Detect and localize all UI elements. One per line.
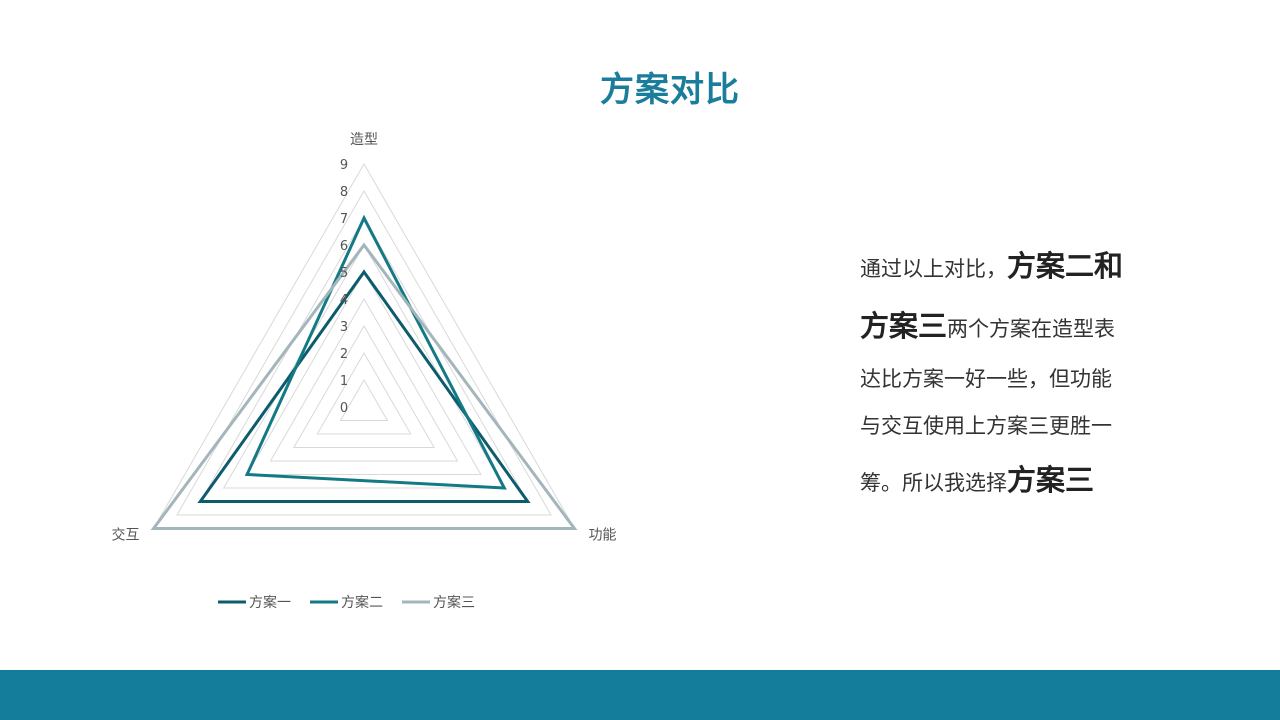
tick-label: 7 bbox=[340, 212, 348, 227]
conclusion-emphasis: 方案三 bbox=[860, 309, 948, 343]
legend-label: 方案三 bbox=[433, 594, 475, 611]
conclusion-line-5: 筹。所以我选择方案三 bbox=[860, 450, 1190, 510]
tick-label: 4 bbox=[340, 293, 348, 308]
grid-ring bbox=[222, 243, 506, 489]
tick-label: 5 bbox=[340, 266, 348, 281]
conclusion-emphasis: 方案三 bbox=[1007, 463, 1095, 497]
conclusion-text: 通过以上对比，方案二和 方案三两个方案在造型表 达比方案一好一些，但功能 与交互… bbox=[860, 236, 1190, 510]
axis-label: 交互 bbox=[112, 527, 140, 544]
tick-label: 0 bbox=[340, 401, 348, 416]
legend-label: 方案二 bbox=[341, 594, 383, 611]
legend-label: 方案一 bbox=[249, 594, 291, 611]
grid-ring bbox=[199, 216, 529, 502]
grid-ring bbox=[292, 325, 436, 448]
conclusion-emphasis: 方案二和 bbox=[1007, 249, 1124, 283]
conclusion-text-segment: 筹。所以我选择 bbox=[860, 471, 1007, 495]
conclusion-line-2: 方案三两个方案在造型表 bbox=[860, 296, 1190, 356]
grid-ring bbox=[316, 352, 412, 435]
tick-label: 9 bbox=[340, 158, 348, 173]
conclusion-line-3: 达比方案一好一些，但功能 bbox=[860, 367, 1112, 391]
series-line-3 bbox=[150, 242, 578, 530]
chart-series bbox=[150, 214, 578, 530]
tick-label: 1 bbox=[340, 374, 348, 389]
tick-label: 8 bbox=[340, 185, 348, 200]
axis-label: 造型 bbox=[350, 132, 378, 148]
slide: 方案对比 0123456789 造型 功能 交互 方案一 方案二 方案三 通过以上对比，… bbox=[0, 0, 1280, 720]
chart-tick-labels: 0 1 2 3 4 5 6 7 8 9 bbox=[340, 158, 348, 416]
tick-label: 6 bbox=[340, 239, 348, 254]
chart-legend: 方案一 方案二 方案三 bbox=[218, 594, 475, 611]
axis-label: 功能 bbox=[588, 528, 616, 544]
conclusion-text-segment: 通过以上对比， bbox=[860, 257, 1007, 281]
footer-bar bbox=[0, 670, 1280, 720]
tick-label: 3 bbox=[340, 320, 348, 335]
conclusion-text-segment: 两个方案在造型表 bbox=[947, 317, 1116, 341]
radar-chart: 0 1 2 3 4 5 6 7 8 9 造型功能 交互 方案一 方案二 方案三 bbox=[112, 132, 617, 611]
conclusion-line-1: 通过以上对比，方案二和 bbox=[860, 236, 1190, 296]
conclusion-line-4: 与交互使用上方案三更胜一 bbox=[860, 414, 1112, 438]
tick-label: 2 bbox=[340, 347, 348, 362]
